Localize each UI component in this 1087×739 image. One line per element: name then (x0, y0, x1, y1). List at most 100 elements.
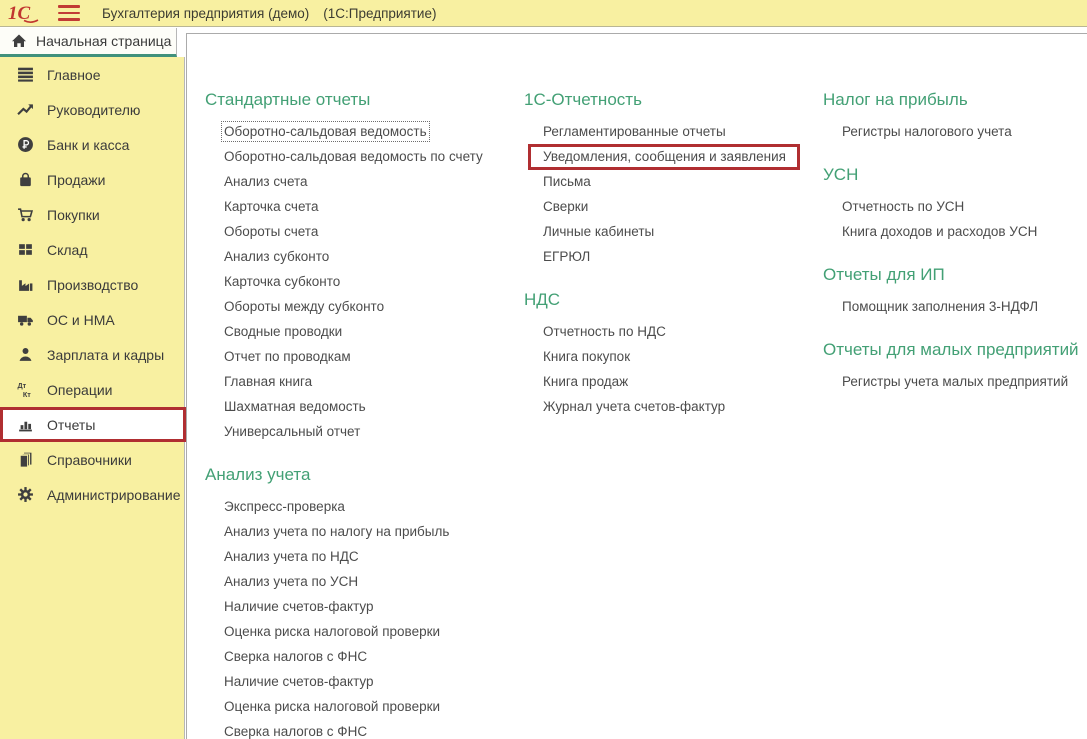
report-link-highlighted[interactable]: Уведомления, сообщения и заявления (528, 143, 800, 170)
report-link[interactable]: Регламентированные отчеты (543, 124, 726, 139)
main-menu-hamburger-icon[interactable] (58, 5, 80, 21)
report-link[interactable]: Анализ учета по НДС (224, 549, 359, 564)
report-link[interactable]: Сверка налогов с ФНС (224, 649, 367, 664)
report-link[interactable]: Оценка риска налоговой проверки (224, 624, 440, 639)
list-item: Уведомления, сообщения и заявления (528, 143, 814, 170)
cart-icon (17, 206, 34, 223)
section-title: УСН (823, 165, 859, 184)
sidebar-item-0[interactable]: Главное (0, 57, 184, 92)
report-link[interactable]: Карточка субконто (224, 274, 340, 289)
report-link[interactable]: Отчетность по НДС (543, 324, 666, 339)
sidebar-item-label: ОС и НМА (47, 311, 115, 328)
report-link[interactable]: Сверки (543, 199, 588, 214)
report-link[interactable]: Анализ учета по налогу на прибыль (224, 524, 449, 539)
1c-logo-icon: 1С (8, 2, 44, 24)
report-link[interactable]: Оценка риска налоговой проверки (224, 699, 440, 714)
sidebar-item-5[interactable]: Склад (0, 232, 184, 267)
report-link[interactable]: Карточка счета (224, 199, 319, 214)
report-link-list: Помощник заполнения 3-НДФЛ (823, 294, 1083, 319)
report-link[interactable]: Книга продаж (543, 374, 628, 389)
report-section: Налог на прибыль Регистры налогового учет… (823, 89, 1083, 144)
report-link-list: Регистры налогового учета (823, 119, 1083, 144)
list-item: Оценка риска налоговой проверки (224, 619, 515, 644)
report-link[interactable]: Регистры налогового учета (842, 124, 1012, 139)
list-item: Наличие счетов-фактур (224, 594, 515, 619)
report-link[interactable]: Отчетность по УСН (842, 199, 964, 214)
report-link[interactable]: Наличие счетов-фактур (224, 674, 374, 689)
report-link[interactable]: Книга покупок (543, 349, 630, 364)
menu-lines-icon (17, 66, 34, 83)
report-link[interactable]: Помощник заполнения 3-НДФЛ (842, 299, 1038, 314)
report-link[interactable]: Оборотно-сальдовая ведомость по счету (224, 149, 483, 164)
sidebar-item-10-active[interactable]: Отчеты (0, 407, 186, 442)
sidebar-item-2[interactable]: Банк и касса (0, 127, 184, 162)
sidebar-item-label: Банк и касса (47, 136, 130, 153)
report-link[interactable]: Личные кабинеты (543, 224, 654, 239)
report-link[interactable]: Экспресс-проверка (224, 499, 345, 514)
report-link-focused[interactable]: Оборотно-сальдовая ведомость (221, 121, 430, 142)
list-item: Анализ учета по УСН (224, 569, 515, 594)
list-item: Экспресс-проверка (224, 494, 515, 519)
list-item: Книга покупок (543, 344, 814, 369)
section-title: Стандартные отчеты (205, 90, 371, 109)
reports-column-3: Налог на прибыль Регистры налогового учет… (823, 34, 1083, 394)
report-link[interactable]: Сверка налогов с ФНС (224, 724, 367, 739)
sidebar-item-label: Руководителю (47, 101, 141, 118)
ruble-icon (17, 136, 34, 153)
report-link[interactable]: Регистры учета малых предприятий (842, 374, 1068, 389)
list-item: Обороты счета (224, 219, 515, 244)
report-link[interactable]: Главная книга (224, 374, 312, 389)
list-item: Журнал учета счетов-фактур (543, 394, 814, 419)
sidebar-item-1[interactable]: Руководителю (0, 92, 184, 127)
bag-icon (17, 171, 34, 188)
report-link[interactable]: Обороты счета (224, 224, 318, 239)
sidebar-item-12[interactable]: Администрирование (0, 477, 184, 512)
sidebar-item-6[interactable]: Производство (0, 267, 184, 302)
sidebar-item-label: Зарплата и кадры (47, 346, 165, 363)
report-section: УСН Отчетность по УСН Книга доходов и расх… (823, 164, 1083, 244)
sidebar-item-11[interactable]: Справочники (0, 442, 184, 477)
gear-icon (17, 486, 34, 503)
sidebar-item-label: Справочники (47, 451, 132, 468)
app-label: (1С:Предприятие) (323, 5, 437, 21)
report-link[interactable]: Наличие счетов-фактур (224, 599, 374, 614)
sidebar-item-3[interactable]: Продажи (0, 162, 184, 197)
report-link[interactable]: Анализ счета (224, 174, 308, 189)
report-link[interactable]: Шахматная ведомость (224, 399, 366, 414)
list-item: Отчетность по НДС (543, 319, 814, 344)
list-item: Анализ учета по НДС (224, 544, 515, 569)
report-section: Стандартные отчеты Оборотно-сальдовая вед… (205, 89, 515, 444)
books-icon (17, 451, 34, 468)
report-link[interactable]: Анализ субконто (224, 249, 329, 264)
list-item: Карточка счета (224, 194, 515, 219)
tab-home-page[interactable]: Начальная страница (0, 28, 177, 57)
grid-icon (17, 241, 34, 258)
title-bar: 1С Бухгалтерия предприятия (демо) (1С:Пр… (0, 0, 1087, 27)
report-section: Отчеты для малых предприятий Регистры уче… (823, 339, 1083, 394)
dtkt-icon: Дт Кт (17, 381, 34, 398)
report-link[interactable]: Отчет по проводкам (224, 349, 351, 364)
svg-text:Дт: Дт (18, 381, 27, 390)
report-link[interactable]: Письма (543, 174, 591, 189)
list-item: Регистры налогового учета (842, 119, 1083, 144)
report-section: 1С-Отчетность Регламентированные отчеты Ув… (524, 89, 814, 269)
sidebar-item-9[interactable]: Дт Кт Операции (0, 372, 184, 407)
section-title: Отчеты для ИП (823, 265, 945, 284)
report-link[interactable]: Книга доходов и расходов УСН (842, 224, 1037, 239)
report-link[interactable]: Сводные проводки (224, 324, 342, 339)
section-title: Отчеты для малых предприятий (823, 340, 1079, 359)
list-item: Отчетность по УСН (842, 194, 1083, 219)
list-item: Книга продаж (543, 369, 814, 394)
sidebar-item-4[interactable]: Покупки (0, 197, 184, 232)
report-link[interactable]: Универсальный отчет (224, 424, 360, 439)
report-link[interactable]: Анализ учета по УСН (224, 574, 358, 589)
list-item: Отчет по проводкам (224, 344, 515, 369)
report-section: Анализ учета Экспресс-проверка Анализ учет… (205, 464, 515, 739)
sidebar-item-7[interactable]: ОС и НМА (0, 302, 184, 337)
sidebar-item-label: Отчеты (47, 416, 96, 433)
report-link[interactable]: ЕГРЮЛ (543, 249, 590, 264)
report-link[interactable]: Обороты между субконто (224, 299, 384, 314)
list-item: Личные кабинеты (543, 219, 814, 244)
report-link[interactable]: Журнал учета счетов-фактур (543, 399, 725, 414)
sidebar-item-8[interactable]: Зарплата и кадры (0, 337, 184, 372)
